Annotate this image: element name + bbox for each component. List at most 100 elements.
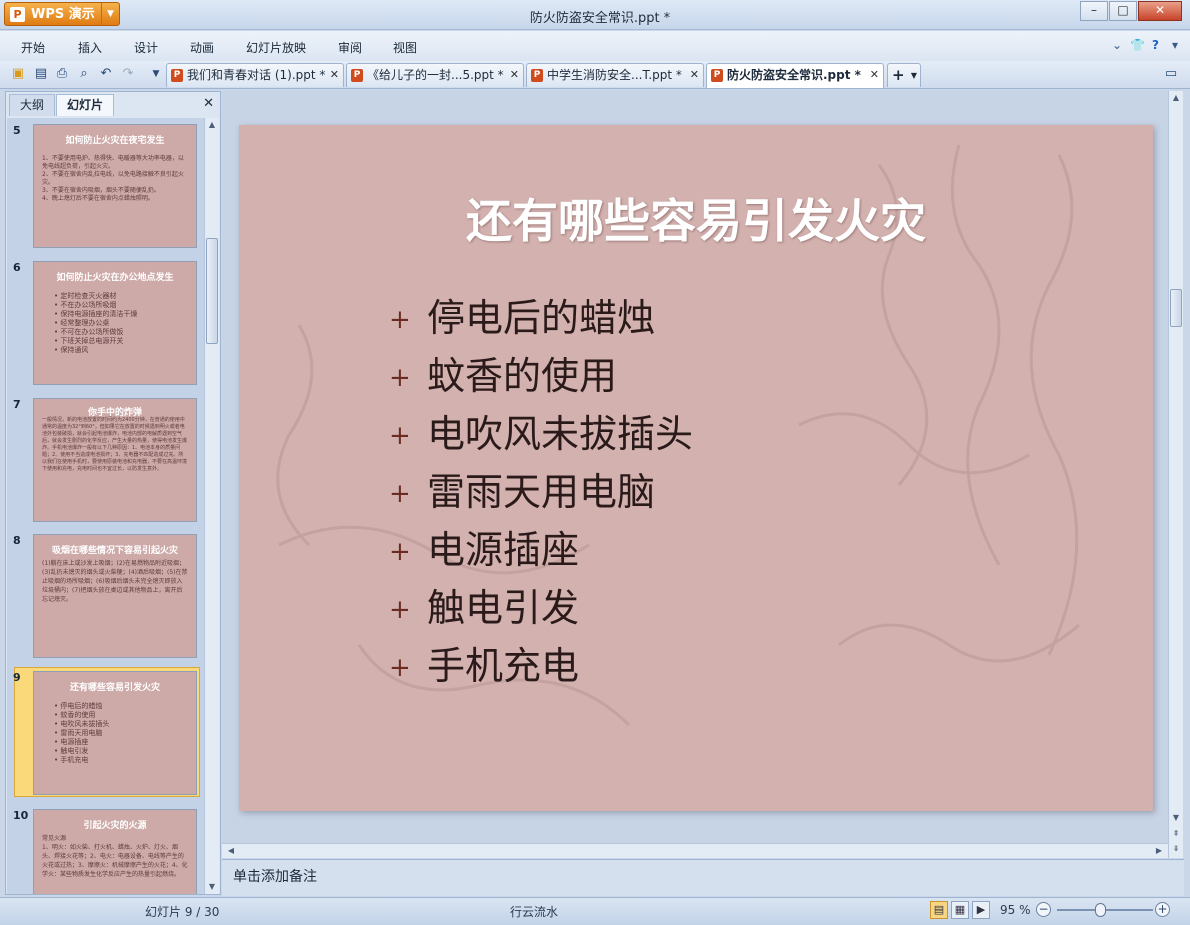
menu-slideshow[interactable]: 幻灯片放映 (246, 39, 306, 56)
quick-access-toolbar: ▣ ▤ ⎙ ⌕ ↶ ↷ ▼ P 我们和青春对话 (1).ppt * ✕ P 《给… (0, 61, 1190, 89)
slide-thumbnail-9-selected[interactable]: 还有哪些容易引发火灾 • 停电后的蜡烛 • 蚊香的使用 • 电吹风未拔插头 • … (33, 671, 197, 795)
bullet-plus-icon: + (389, 653, 411, 683)
doc-tab-3[interactable]: P 中学生消防安全...T.ppt * ✕ (526, 63, 704, 87)
thumb-title: 还有哪些容易引发火灾 (69, 683, 160, 693)
scroll-down-icon[interactable]: ▼ (1169, 811, 1183, 825)
app-menu-button[interactable]: P WPS 演示 ▼ (4, 2, 120, 26)
zoom-out-icon[interactable]: − (1036, 902, 1051, 917)
thumb-bullets: • 停电后的蜡烛 • 蚊香的使用 • 电吹风未拔插头 • 雷雨天用电脑 • 电源… (54, 702, 190, 765)
tab-close-icon[interactable]: ✕ (330, 64, 339, 86)
bullet-item: + 触电引发 (389, 583, 693, 641)
bullet-plus-icon: + (389, 537, 411, 567)
slide-bullet-list[interactable]: + 停电后的蜡烛 + 蚊香的使用 + 电吹风未拔插头 + 雷雨天用电脑 + 电源插座 + 触… (389, 293, 693, 699)
scroll-up-icon[interactable]: ▲ (205, 118, 219, 132)
next-slide-icon[interactable]: ⇟ (1169, 842, 1183, 856)
slide-horizontal-scrollbar[interactable]: ◀ ▶ (222, 843, 1168, 858)
help-dropdown-icon[interactable]: ▾ (1172, 38, 1178, 52)
doc-tab-4-active[interactable]: P 防火防盗安全常识.ppt * ✕ (706, 63, 884, 88)
scroll-down-icon[interactable]: ▼ (205, 880, 219, 894)
panel-close-icon[interactable]: ✕ (203, 96, 214, 111)
slide-editor: 还有哪些容易引发火灾 + 停电后的蜡烛 + 蚊香的使用 + 电吹风未拔插头 + 雷雨天用… (222, 91, 1168, 843)
notes-placeholder[interactable]: 单击添加备注 (233, 866, 317, 886)
thumb-line: 1、明火：如火柴、打火机、蜡烛、火炉、灯火、烟头、焊接火花等；2、电火：电器设备… (42, 844, 188, 878)
help-icon[interactable]: ? (1152, 38, 1159, 52)
menu-insert[interactable]: 插入 (78, 39, 102, 56)
scrollbar-thumb[interactable] (206, 238, 218, 344)
open-icon[interactable]: ▣ (10, 66, 26, 82)
menu-animation[interactable]: 动画 (190, 39, 214, 56)
thumb-text: (1)躺在床上或沙发上吸烟；(2)在易燃物品附近吸烟；(3)乱扔未熄灭的烟头或火… (42, 560, 188, 603)
collapse-ribbon-icon[interactable]: ⌄ (1112, 38, 1122, 52)
zoom-slider-knob[interactable] (1095, 903, 1106, 917)
minimize-button[interactable]: – (1080, 1, 1108, 21)
thumb-text: 1、不要使用电炉、热得快、电暖器等大功率电器，以免电线超负荷，引起火灾。 2、不… (42, 155, 188, 203)
scrollbar-thumb[interactable] (1170, 289, 1182, 327)
tab-outline[interactable]: 大纲 (9, 94, 55, 116)
thumb-line: • 保持通风 (54, 346, 89, 354)
save-icon[interactable]: ▤ (33, 66, 49, 82)
doc-tab-1[interactable]: P 我们和青春对话 (1).ppt * ✕ (166, 63, 344, 87)
normal-view-icon[interactable]: ▤ (930, 901, 948, 919)
thumb-title: 如何防止火灾在办公地点发生 (56, 273, 174, 283)
bullet-text: 触电引发 (427, 586, 580, 630)
app-name: WPS 演示 (31, 7, 95, 22)
slide-vertical-scrollbar[interactable]: ▲ ▼ ⇞ ⇟ (1168, 91, 1183, 858)
previous-slide-icon[interactable]: ⇞ (1169, 827, 1183, 841)
thumb-line: • 电吹风未拔插头 (54, 720, 110, 728)
tab-slides[interactable]: 幻灯片 (56, 94, 114, 116)
maximize-button[interactable]: □ (1109, 1, 1137, 21)
slideshow-view-icon[interactable]: ▶ (972, 901, 990, 919)
slide-thumbnail-5[interactable]: 如何防止火灾在夜宅发生 1、不要使用电炉、热得快、电暖器等大功率电器，以免电线超… (33, 124, 197, 248)
slide-sorter-icon[interactable]: ▦ (951, 901, 969, 919)
bullet-plus-icon: + (389, 479, 411, 509)
thumb-title: 如何防止火灾在夜宅发生 (65, 136, 165, 146)
window-list-icon[interactable]: ▭ (1163, 66, 1179, 82)
tab-close-icon[interactable]: ✕ (690, 64, 699, 86)
bullet-item: + 蚊香的使用 (389, 351, 693, 409)
thumbnail-scrollbar[interactable]: ▲ ▼ (204, 118, 219, 894)
ppt-file-icon: P (171, 69, 183, 82)
thumb-line: • 雷雨天用电脑 (54, 729, 103, 737)
toolbar-customize-icon[interactable]: ▼ (148, 66, 164, 82)
bullet-text: 手机充电 (427, 644, 580, 688)
wps-logo-icon: P (10, 7, 25, 22)
slide-title[interactable]: 还有哪些容易引发火灾 (239, 185, 1153, 251)
thumb-line: 3、不要在宿舍内吸烟，烟头不要随便乱扔。 (42, 187, 160, 194)
tab-close-icon[interactable]: ✕ (870, 64, 879, 86)
scroll-right-icon[interactable]: ▶ (1152, 844, 1166, 858)
current-slide[interactable]: 还有哪些容易引发火灾 + 停电后的蜡烛 + 蚊香的使用 + 电吹风未拔插头 + 雷雨天用… (239, 125, 1153, 811)
bullet-plus-icon: + (389, 595, 411, 625)
skin-icon[interactable]: 👕 (1130, 38, 1145, 52)
menu-design[interactable]: 设计 (134, 39, 158, 56)
slide-thumbnail-8[interactable]: 吸烟在哪些情况下容易引起火灾 (1)躺在床上或沙发上吸烟；(2)在易燃物品附近吸… (33, 534, 197, 658)
new-tab-button[interactable]: + ▼ (887, 63, 921, 87)
scroll-left-icon[interactable]: ◀ (224, 844, 238, 858)
bullet-plus-icon: + (389, 421, 411, 451)
slide-thumbnail-7[interactable]: 你手中的炸弹 一般情况，新的电池放置的时间约为2400分钟，在普通的使用中通常的… (33, 398, 197, 522)
doc-tab-2[interactable]: P 《给儿子的一封...5.ppt * ✕ (346, 63, 524, 87)
slide-position: 幻灯片 9 / 30 (145, 905, 220, 919)
close-button[interactable]: ✕ (1138, 1, 1182, 21)
menu-review[interactable]: 审阅 (338, 39, 362, 56)
menu-start[interactable]: 开始 (21, 39, 45, 56)
thumb-line: • 停电后的蜡烛 (54, 702, 103, 710)
ppt-file-icon: P (531, 69, 543, 82)
ppt-file-icon: P (351, 69, 363, 82)
doc-tab-label: 防火防盗安全常识.ppt * (727, 68, 861, 82)
print-icon[interactable]: ⎙ (54, 66, 70, 82)
slide-thumbnail-10[interactable]: 引起火灾的火源 常见火源 1、明火：如火柴、打火机、蜡烛、火炉、灯火、烟头、焊接… (33, 809, 197, 894)
thumb-line: • 下班关掉总电源开关 (54, 337, 124, 345)
scroll-up-icon[interactable]: ▲ (1169, 91, 1183, 105)
slide-thumbnail-6[interactable]: 如何防止火灾在办公地点发生 • 定时检查灭火器材 • 不在办公场所吸烟 • 保持… (33, 261, 197, 385)
menu-view[interactable]: 视图 (393, 39, 417, 56)
notes-pane[interactable]: 单击添加备注 (222, 859, 1184, 896)
print-preview-icon[interactable]: ⌕ (76, 66, 92, 82)
doc-tab-label: 中学生消防安全...T.ppt * (547, 68, 682, 82)
bullet-item: + 手机充电 (389, 641, 693, 699)
zoom-in-icon[interactable]: + (1155, 902, 1170, 917)
redo-icon[interactable]: ↷ (120, 66, 136, 82)
doc-tab-label: 我们和青春对话 (1).ppt * (187, 68, 326, 82)
undo-icon[interactable]: ↶ (98, 66, 114, 82)
tab-close-icon[interactable]: ✕ (510, 64, 519, 86)
app-menu-dropdown-icon[interactable]: ▼ (101, 3, 119, 25)
